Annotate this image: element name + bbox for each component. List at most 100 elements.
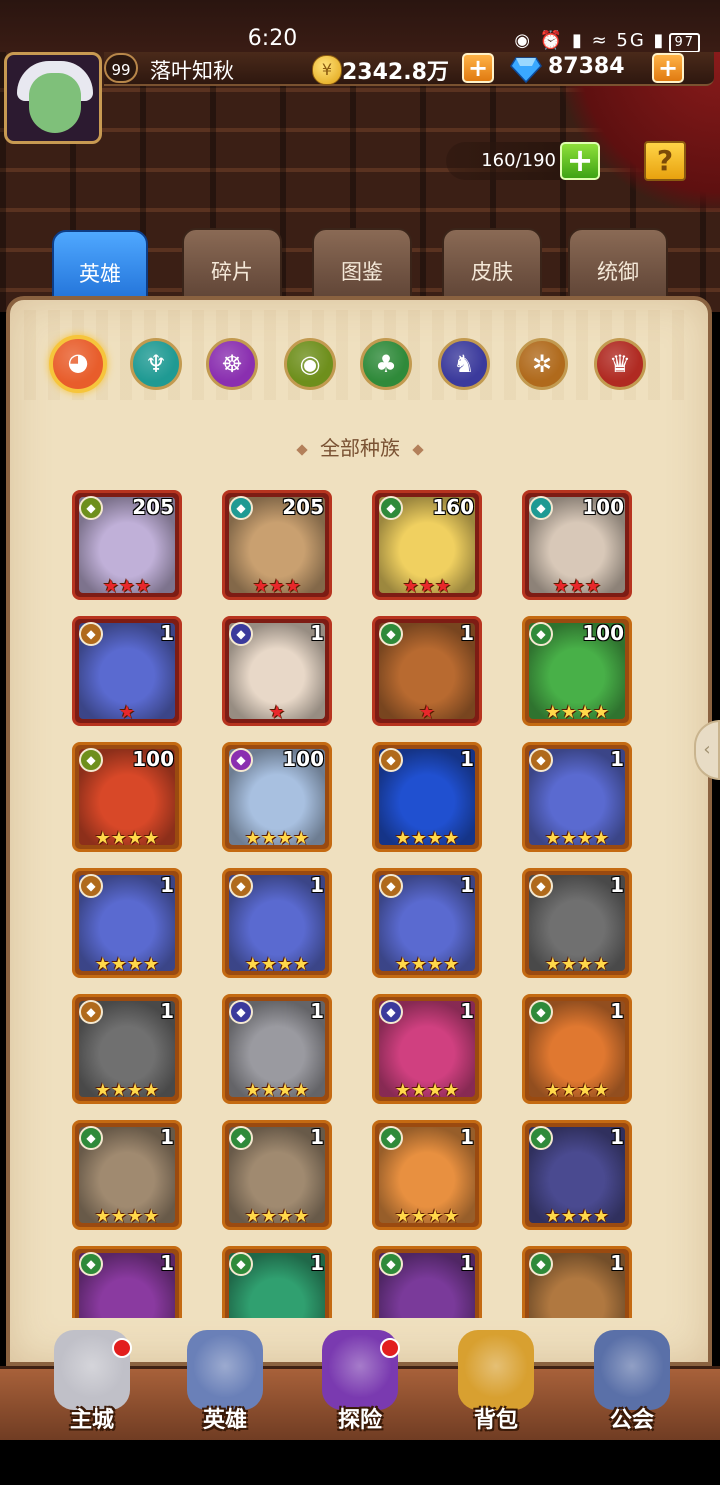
hero-card[interactable]: ◆ 1 ★★★★ — [372, 1120, 482, 1230]
player-avatar[interactable] — [4, 52, 102, 144]
hero-card[interactable]: ◆ 1 — [72, 1246, 182, 1318]
hero-stars: ★★★★ — [94, 1080, 160, 1101]
hero-stars: ★★★ — [102, 576, 152, 597]
faction-badge-icon: ◆ — [229, 748, 253, 772]
faction-filter-3[interactable]: ◉ — [284, 338, 336, 390]
hero-card[interactable]: ◆ 1 ★★★★ — [372, 994, 482, 1104]
tab-codex[interactable]: 图鉴 — [312, 228, 412, 304]
hero-level: 1 — [310, 999, 324, 1023]
help-button[interactable]: ? — [644, 141, 686, 181]
backpack-icon — [458, 1330, 534, 1410]
faction-badge-icon: ◆ — [379, 622, 403, 646]
hero-level: 1 — [310, 1251, 324, 1275]
add-gold-button[interactable]: + — [462, 53, 494, 83]
hero-level: 100 — [132, 747, 174, 771]
faction-badge-icon: ◆ — [229, 1252, 253, 1276]
hero-card[interactable]: ◆ 1 — [522, 1246, 632, 1318]
hero-stars: ★★★★ — [244, 954, 310, 975]
hero-card[interactable]: ◆ 1 — [372, 1246, 482, 1318]
faction-filter-5[interactable]: ♞ — [438, 338, 490, 390]
hero-level: 1 — [460, 747, 474, 771]
hero-stars: ★★★★ — [544, 702, 610, 723]
hero-card[interactable]: ◆ 1 ★★★★ — [222, 868, 332, 978]
hero-card[interactable]: ◆ 1 — [222, 1246, 332, 1318]
nav-main-city[interactable]: 主城 — [32, 1330, 152, 1440]
hero-stars: ★★★★ — [94, 828, 160, 849]
hero-card[interactable]: ◆ 1 ★★★★ — [522, 742, 632, 852]
hero-card[interactable]: ◆ 160 ★★★ — [372, 490, 482, 600]
hero-stars: ★★★★ — [544, 954, 610, 975]
hero-card[interactable]: ◆ 1 ★★★★ — [72, 868, 182, 978]
faction-filter-7[interactable]: ♛ — [594, 338, 646, 390]
hero-card[interactable]: ◆ 205 ★★★ — [222, 490, 332, 600]
hero-card[interactable]: ◆ 205 ★★★ — [72, 490, 182, 600]
nav-explore[interactable]: 探险 — [300, 1330, 420, 1440]
faction-filter-6[interactable]: ✲ — [516, 338, 568, 390]
tab-skins[interactable]: 皮肤 — [442, 228, 542, 304]
hero-icon — [187, 1330, 263, 1410]
hero-card[interactable]: ◆ 100 ★★★★ — [522, 616, 632, 726]
faction-badge-icon: ◆ — [79, 1252, 103, 1276]
faction-badge-icon: ◆ — [79, 1000, 103, 1024]
expand-capacity-button[interactable]: + — [560, 142, 600, 180]
hero-card[interactable]: ◆ 1 ★★★★ — [522, 868, 632, 978]
faction-badge-icon: ◆ — [229, 1000, 253, 1024]
hero-card[interactable]: ◆ 1 ★ — [372, 616, 482, 726]
hero-level: 100 — [582, 621, 624, 645]
hero-stars: ★★★ — [402, 576, 452, 597]
hero-level: 205 — [282, 495, 324, 519]
tab-fragments[interactable]: 碎片 — [182, 228, 282, 304]
hero-card[interactable]: ◆ 100 ★★★ — [522, 490, 632, 600]
faction-icon: ♣ — [375, 350, 397, 378]
clock: 6:20 — [247, 26, 298, 51]
add-gems-button[interactable]: + — [652, 53, 684, 83]
diamond-icon — [510, 57, 542, 84]
hero-level: 1 — [460, 1125, 474, 1149]
hero-card[interactable]: ◆ 100 ★★★★ — [222, 742, 332, 852]
hero-card[interactable]: ◆ 1 ★ — [222, 616, 332, 726]
hero-card[interactable]: ◆ 1 ★★★★ — [72, 994, 182, 1104]
nav-backpack[interactable]: 背包 — [436, 1330, 556, 1440]
hero-card[interactable]: ◆ 1 ★★★★ — [372, 742, 482, 852]
hero-card[interactable]: ◆ 1 ★★★★ — [222, 1120, 332, 1230]
hero-card[interactable]: ◆ 1 ★★★★ — [222, 994, 332, 1104]
faction-badge-icon: ◆ — [529, 496, 553, 520]
hero-card[interactable]: ◆ 1 ★★★★ — [72, 1120, 182, 1230]
hero-stars: ★ — [118, 702, 136, 723]
faction-icon: ♞ — [453, 350, 475, 378]
hero-card[interactable]: ◆ 100 ★★★★ — [72, 742, 182, 852]
faction-filter-0[interactable]: ◕ — [49, 335, 107, 393]
nav-guild[interactable]: 公会 — [572, 1330, 692, 1440]
faction-icon: ✲ — [531, 350, 553, 378]
faction-filter-4[interactable]: ♣ — [360, 338, 412, 390]
faction-badge-icon: ◆ — [529, 748, 553, 772]
notification-dot — [112, 1338, 132, 1358]
tab-command[interactable]: 统御 — [568, 228, 668, 304]
hero-level: 1 — [160, 873, 174, 897]
hero-card[interactable]: ◆ 1 ★★★★ — [522, 994, 632, 1104]
hero-card[interactable]: ◆ 1 ★ — [72, 616, 182, 726]
hero-card[interactable]: ◆ 1 ★★★★ — [522, 1120, 632, 1230]
nav-heroes[interactable]: 英雄 — [165, 1330, 285, 1440]
faction-filter-1[interactable]: ♆ — [130, 338, 182, 390]
hero-level: 1 — [610, 1125, 624, 1149]
nav-label: 背包 — [473, 1408, 518, 1433]
faction-icon: ♆ — [145, 350, 167, 378]
hero-stars: ★★★★ — [94, 954, 160, 975]
faction-filter-2[interactable]: ☸ — [206, 338, 258, 390]
status-icons-text: ◉ ⏰ ▮ ≈ 5G ▮ — [514, 30, 666, 51]
nav-label: 公会 — [609, 1408, 654, 1433]
faction-icon: ◉ — [299, 350, 321, 378]
hero-level: 1 — [310, 873, 324, 897]
faction-badge-icon: ◆ — [529, 1252, 553, 1276]
faction-icon: ☸ — [221, 350, 243, 378]
hero-stars: ★★★ — [552, 576, 602, 597]
hero-stars: ★★★ — [252, 576, 302, 597]
hero-card[interactable]: ◆ 1 ★★★★ — [372, 868, 482, 978]
guild-icon — [594, 1330, 670, 1410]
hero-level: 1 — [610, 747, 624, 771]
faction-badge-icon: ◆ — [379, 496, 403, 520]
diamond-left-icon — [296, 443, 308, 456]
player-name: 落叶知秋 — [150, 59, 234, 83]
faction-badge-icon: ◆ — [529, 1000, 553, 1024]
